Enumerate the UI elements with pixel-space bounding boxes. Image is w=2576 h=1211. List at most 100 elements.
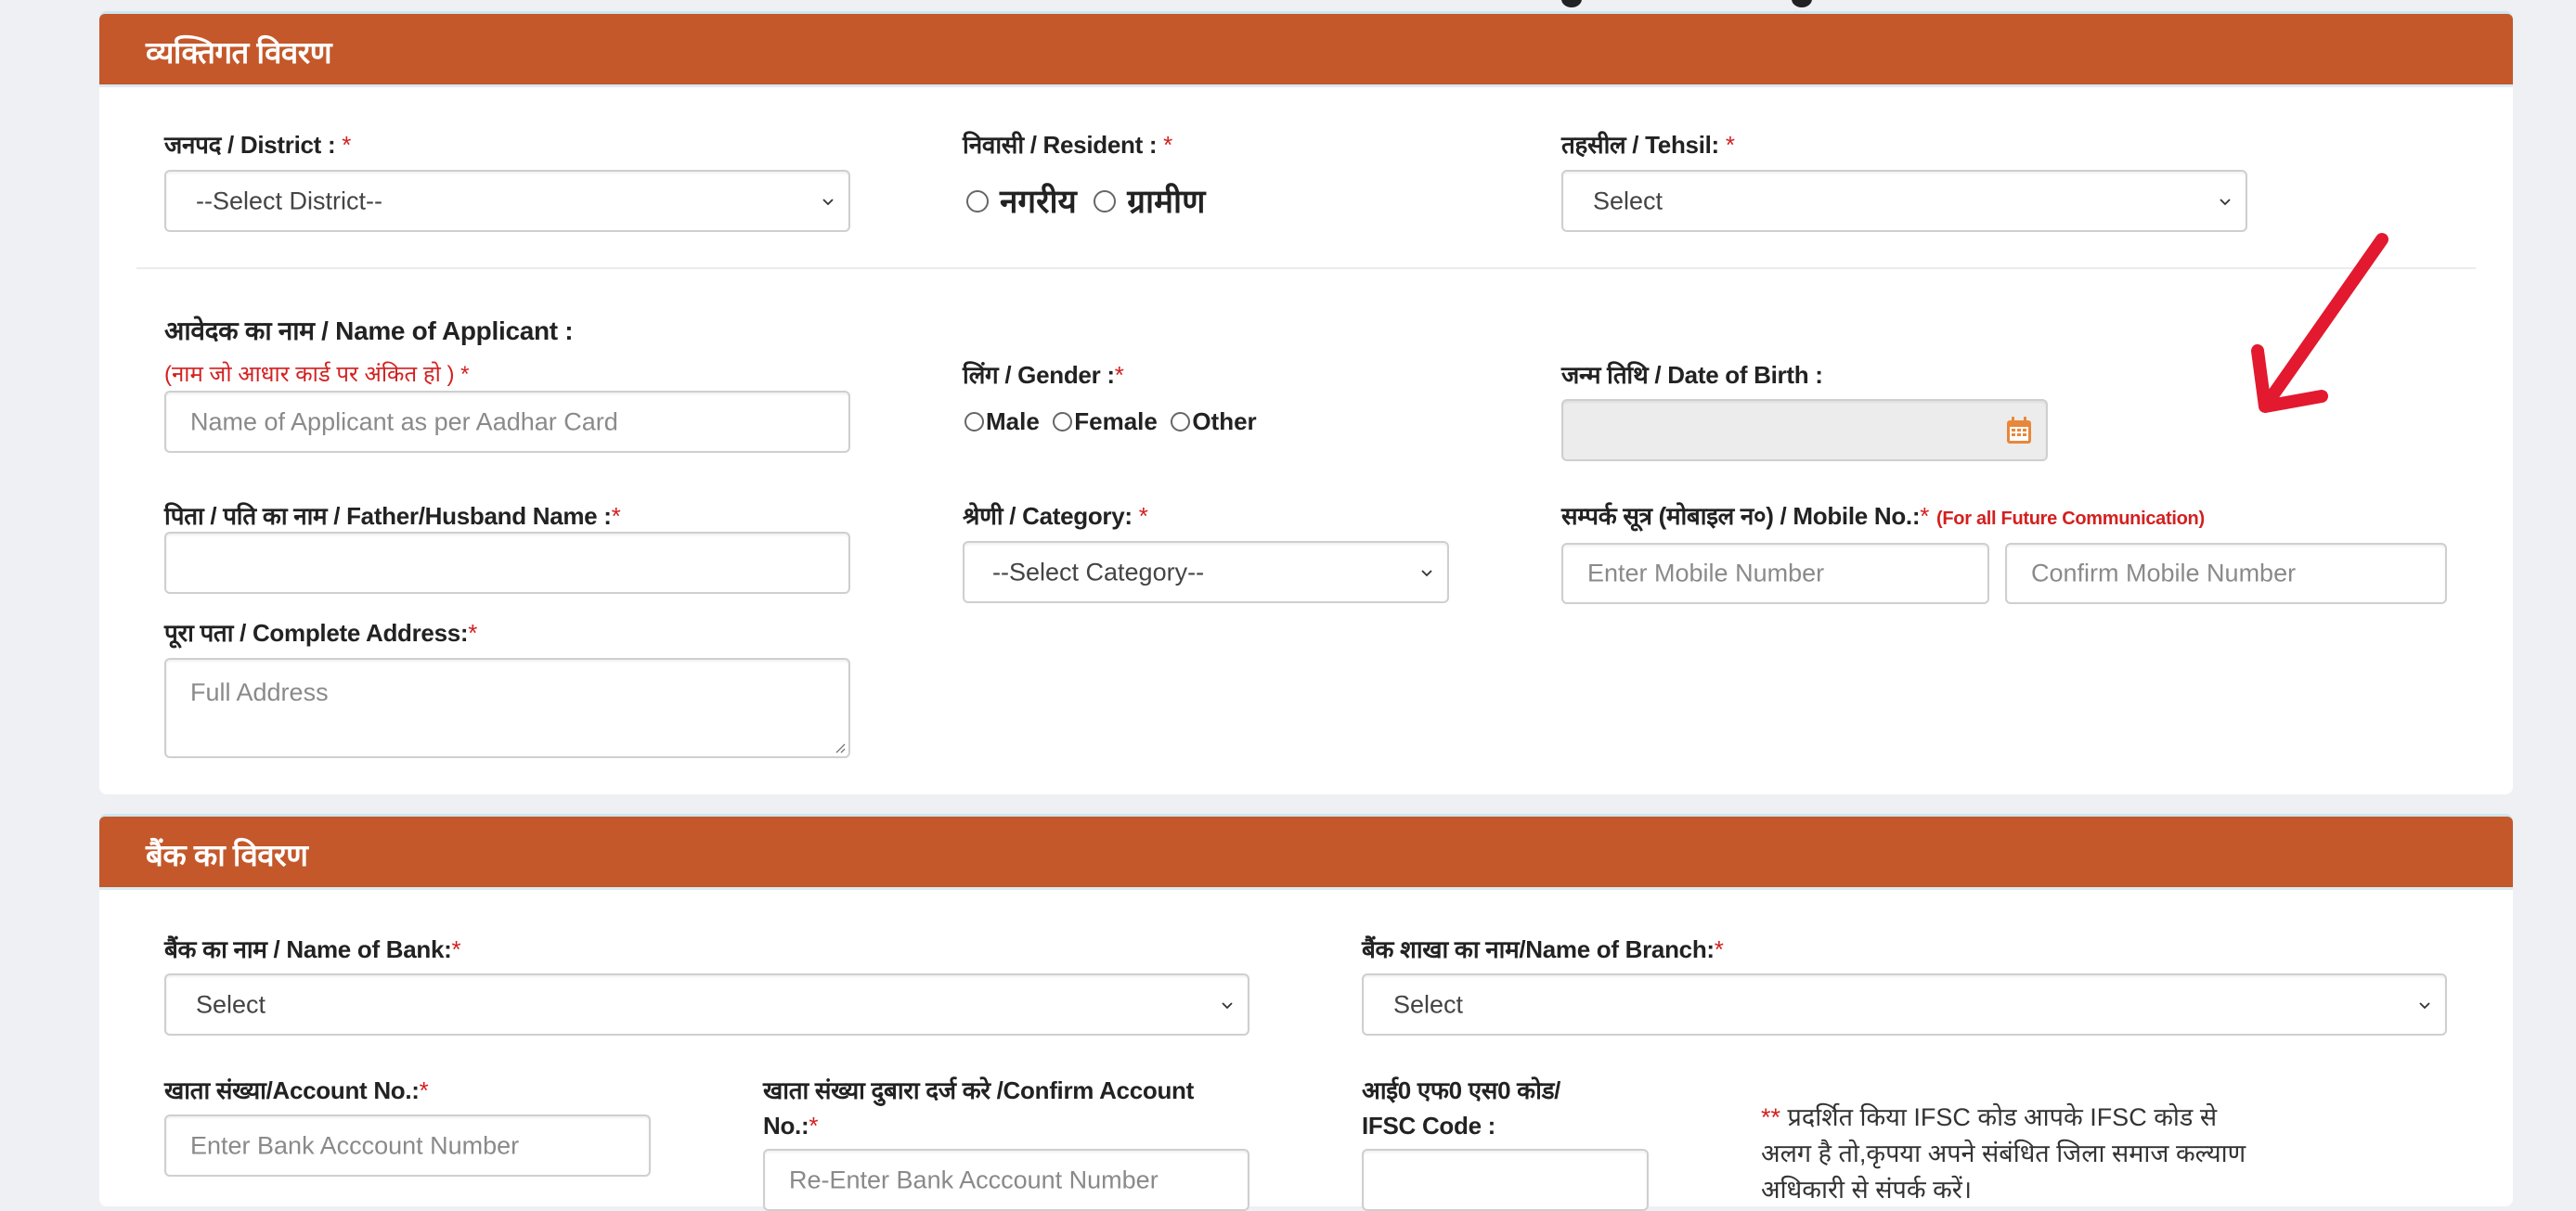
mobile-label: सम्पर्क सूत्र (मोबाइल न०) / Mobile No.:*… <box>1561 498 2205 532</box>
resident-urban-label: नगरीय <box>1000 184 1077 220</box>
mobile-input[interactable]: Enter Mobile Number <box>1561 543 1989 604</box>
label-text: तहसील / Tehsil: <box>1561 131 1726 159</box>
father-name-label: पिता / पति का नाम / Father/Husband Name … <box>164 498 621 532</box>
ifsc-note: ** प्रदर्शित किया IFSC कोड आपके IFSC कोड… <box>1761 1100 2262 1208</box>
district-select[interactable]: --Select District-- <box>164 170 850 232</box>
account-number-label: खाता संख्या/Account No.:* <box>164 1073 429 1106</box>
dob-label: जन्म तिथि / Date of Birth : <box>1561 357 1823 391</box>
bank-details-header: बैंक का विवरण <box>99 817 2513 890</box>
chevron-down-icon <box>2419 1001 2430 1009</box>
cropped-text-fragment <box>1561 0 1582 7</box>
address-textarea[interactable]: Full Address <box>164 658 850 758</box>
required-marker: * <box>1163 131 1172 159</box>
gender-male-radio[interactable] <box>964 412 984 432</box>
label-text: जन्म तिथि / Date of Birth : <box>1561 361 1823 389</box>
label-text: पूरा पता / Complete Address: <box>164 619 469 647</box>
gender-other-label: Other <box>1192 407 1257 435</box>
district-label: जनपद / District : * <box>164 127 351 161</box>
label-text: श्रेणी / Category: <box>963 502 1139 530</box>
required-marker: * <box>468 619 478 647</box>
tehsil-select[interactable]: Select <box>1561 170 2247 232</box>
select-value: Select <box>1593 187 1663 214</box>
applicant-name-hint: (नाम जो आधार कार्ड पर अंकित हो ) * <box>164 362 470 387</box>
required-marker: * <box>1114 361 1124 389</box>
calendar-icon[interactable] <box>2005 416 2033 445</box>
label-text: पिता / पति का नाम / Father/Husband Name … <box>164 502 612 530</box>
branch-name-select[interactable]: Select <box>1362 973 2447 1036</box>
father-name-input[interactable] <box>164 532 850 594</box>
resident-rural-radio[interactable] <box>1094 189 1117 213</box>
mobile-note: (For all Future Communication) <box>1936 509 2205 529</box>
placeholder: Name of Applicant as per Aadhar Card <box>190 407 618 435</box>
confirm-account-label: खाता संख्या दुबारा दर्ज करे /Confirm Acc… <box>763 1073 1194 1143</box>
category-select[interactable]: --Select Category-- <box>963 541 1449 603</box>
label-text: खाता संख्या/Account No.: <box>164 1076 420 1104</box>
placeholder: Re-Enter Bank Acccount Number <box>789 1166 1159 1193</box>
gender-label: लिंग / Gender :* <box>963 357 1124 391</box>
gender-male-label: Male <box>986 407 1040 435</box>
chevron-down-icon <box>1421 569 1432 576</box>
branch-name-label: बैंक शाखा का नाम/Name of Branch:* <box>1362 932 1724 965</box>
select-value: --Select District-- <box>196 187 382 214</box>
label-text: बैंक का नाम / Name of Bank: <box>164 935 452 963</box>
ifsc-label: आई0 एफ0 एस0 कोड/ IFSC Code : <box>1362 1073 1560 1143</box>
chevron-down-icon <box>1222 1001 1233 1009</box>
gender-female-radio[interactable] <box>1053 412 1073 432</box>
resident-rural-label: ग्रामीण <box>1127 184 1206 220</box>
placeholder: Enter Bank Acccount Number <box>190 1131 520 1159</box>
required-marker: * <box>419 1076 429 1104</box>
label-text: आई0 एफ0 एस0 कोड/ <box>1362 1076 1561 1104</box>
applicant-name-input[interactable]: Name of Applicant as per Aadhar Card <box>164 391 850 453</box>
tehsil-label: तहसील / Tehsil: * <box>1561 127 1735 161</box>
resident-radio-group: नगरीय ग्रामीण <box>966 179 1218 223</box>
required-marker: * <box>451 935 461 963</box>
required-marker: * <box>1138 502 1148 530</box>
red-annotation-arrow-icon <box>2251 233 2388 413</box>
select-value: Select <box>1393 990 1464 1018</box>
placeholder: Enter Mobile Number <box>1587 559 1825 587</box>
address-label: पूरा पता / Complete Address:* <box>164 615 477 649</box>
label-text: IFSC Code : <box>1362 1112 1496 1140</box>
placeholder: Confirm Mobile Number <box>2031 559 2297 587</box>
resident-urban-radio[interactable] <box>966 189 989 213</box>
select-value: Select <box>196 990 266 1018</box>
category-label: श्रेणी / Category: * <box>963 498 1148 532</box>
personal-details-header: व्यक्तिगत विवरण <box>99 14 2513 87</box>
select-value: --Select Category-- <box>992 558 1205 586</box>
label-text: खाता संख्या दुबारा दर्ज करे /Confirm Acc… <box>763 1076 1194 1104</box>
required-marker: * <box>611 502 621 530</box>
bank-name-label: बैंक का नाम / Name of Bank:* <box>164 932 461 965</box>
resize-grip-icon[interactable] <box>833 741 846 754</box>
required-marker: * <box>1725 131 1735 159</box>
ifsc-input[interactable] <box>1362 1149 1649 1211</box>
note-marker: ** <box>1761 1103 1781 1131</box>
bank-name-select[interactable]: Select <box>164 973 1249 1036</box>
placeholder: Full Address <box>190 678 329 706</box>
confirm-account-input[interactable]: Re-Enter Bank Acccount Number <box>763 1149 1249 1211</box>
label-text: सम्पर्क सूत्र (मोबाइल न०) / Mobile No.: <box>1561 502 1921 530</box>
label-text: बैंक शाखा का नाम/Name of Branch: <box>1362 935 1715 963</box>
section-title: व्यक्तिगत विवरण <box>146 35 332 70</box>
label-text: जनपद / District : <box>164 131 343 159</box>
bank-details-card: बैंक का विवरण बैंक का नाम / Name of Bank… <box>99 814 2513 1211</box>
applicant-name-label: आवेदक का नाम / Name of Applicant : <box>164 313 574 348</box>
confirm-mobile-input[interactable]: Confirm Mobile Number <box>2005 543 2447 604</box>
note-text: प्रदर्शित किया IFSC कोड आपके IFSC कोड से… <box>1761 1103 2246 1204</box>
gender-radio-group: Male Female Other <box>964 407 1266 436</box>
section-title: बैंक का विवरण <box>146 838 308 872</box>
dob-input[interactable] <box>1561 399 2048 461</box>
chevron-down-icon <box>822 198 834 205</box>
label-text: आवेदक का नाम / Name of Applicant : <box>164 316 574 345</box>
account-number-input[interactable]: Enter Bank Acccount Number <box>164 1114 651 1177</box>
chevron-down-icon <box>2220 198 2231 205</box>
cropped-text-fragment <box>1792 0 1812 7</box>
divider <box>136 267 2476 269</box>
required-marker: * <box>809 1112 819 1140</box>
resident-label: निवासी / Resident : * <box>963 127 1172 161</box>
gender-other-radio[interactable] <box>1171 412 1191 432</box>
required-marker: * <box>1920 502 1930 530</box>
label-text: लिंग / Gender : <box>963 361 1115 389</box>
label-text: निवासी / Resident : <box>963 131 1164 159</box>
required-marker: * <box>342 131 352 159</box>
personal-details-card: व्यक्तिगत विवरण जनपद / District : * --Se… <box>99 11 2513 794</box>
